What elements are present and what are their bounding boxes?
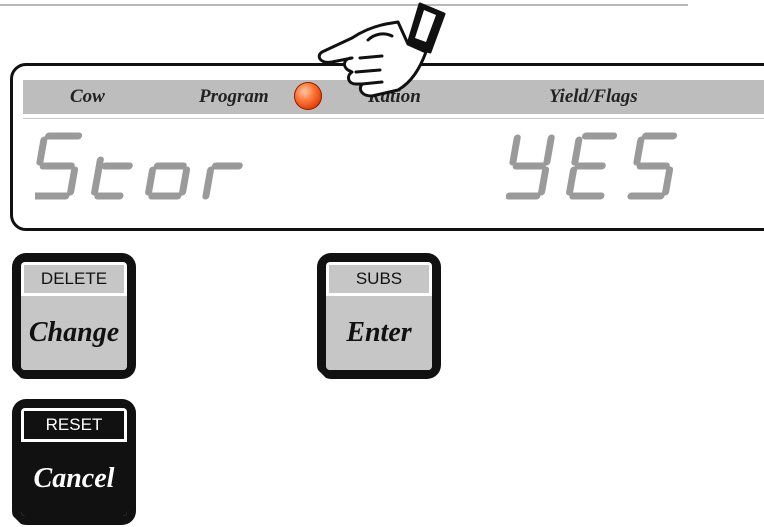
tab-program: Program [199, 86, 269, 107]
change-button-face: DELETE Change [21, 262, 127, 370]
lcd-text-yes [506, 132, 678, 200]
lcd-display-right [506, 122, 706, 214]
cancel-button-face: RESET Cancel [21, 408, 127, 516]
key-corner-icon [10, 367, 24, 381]
change-button[interactable]: DELETE Change [10, 253, 136, 381]
panel-divider [23, 118, 764, 119]
delete-label: DELETE [24, 265, 124, 293]
tab-cow: Cow [70, 86, 105, 107]
reset-label: RESET [24, 411, 124, 439]
enter-label: Enter [326, 296, 432, 370]
key-corner-icon [315, 367, 329, 381]
enter-button-face: SUBS Enter [326, 262, 432, 370]
subs-label: SUBS [329, 265, 429, 293]
key-corner-icon [10, 513, 24, 527]
cancel-button[interactable]: RESET Cancel [10, 399, 136, 527]
change-label: Change [21, 296, 127, 370]
pointing-hand-icon [317, 2, 446, 98]
lcd-text-stor [35, 132, 243, 200]
lcd-display-left [35, 122, 275, 214]
cancel-label: Cancel [21, 442, 127, 516]
tab-yield-flags: Yield/Flags [549, 86, 638, 107]
enter-button[interactable]: SUBS Enter [315, 253, 441, 381]
